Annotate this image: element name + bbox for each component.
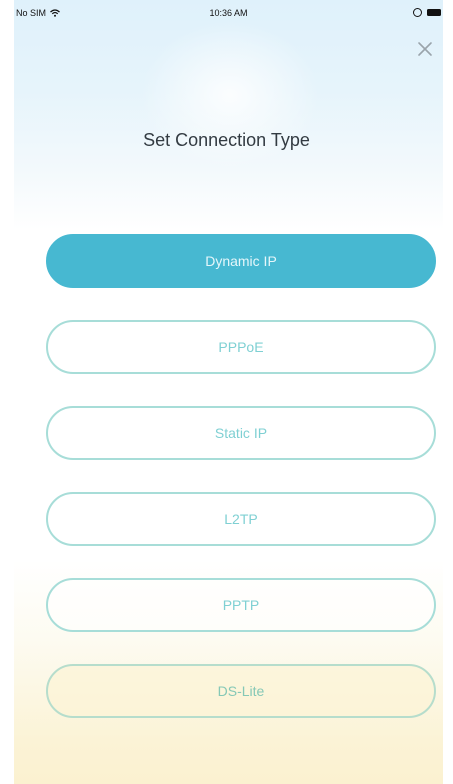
close-button[interactable] (414, 38, 436, 60)
right-border (443, 0, 453, 784)
connection-type-list: Dynamic IP PPPoE Static IP L2TP PPTP DS-… (46, 234, 436, 750)
alarm-icon (413, 8, 422, 17)
left-border (0, 0, 14, 784)
option-dynamic-ip[interactable]: Dynamic IP (46, 234, 436, 288)
app-screen: No SIM 10:36 AM Set Connection Type Dyna… (0, 0, 453, 784)
option-label: L2TP (224, 511, 258, 527)
option-label: PPTP (222, 597, 260, 613)
status-bar: No SIM 10:36 AM (14, 6, 443, 22)
option-pppoe[interactable]: PPPoE (46, 320, 436, 374)
option-label: Dynamic IP (205, 253, 277, 269)
close-icon (418, 42, 432, 56)
option-label: PPPoE (218, 339, 264, 355)
option-pptp[interactable]: PPTP (46, 578, 436, 632)
option-l2tp[interactable]: L2TP (46, 492, 436, 546)
option-static-ip[interactable]: Static IP (46, 406, 436, 460)
status-right-group (413, 8, 441, 17)
battery-icon (427, 9, 441, 16)
option-ds-lite[interactable]: DS-Lite (46, 664, 436, 718)
status-time: 10:36 AM (209, 8, 248, 18)
option-label: Static IP (214, 425, 268, 441)
option-label: DS-Lite (217, 683, 265, 699)
page-title: Set Connection Type (143, 130, 310, 150)
